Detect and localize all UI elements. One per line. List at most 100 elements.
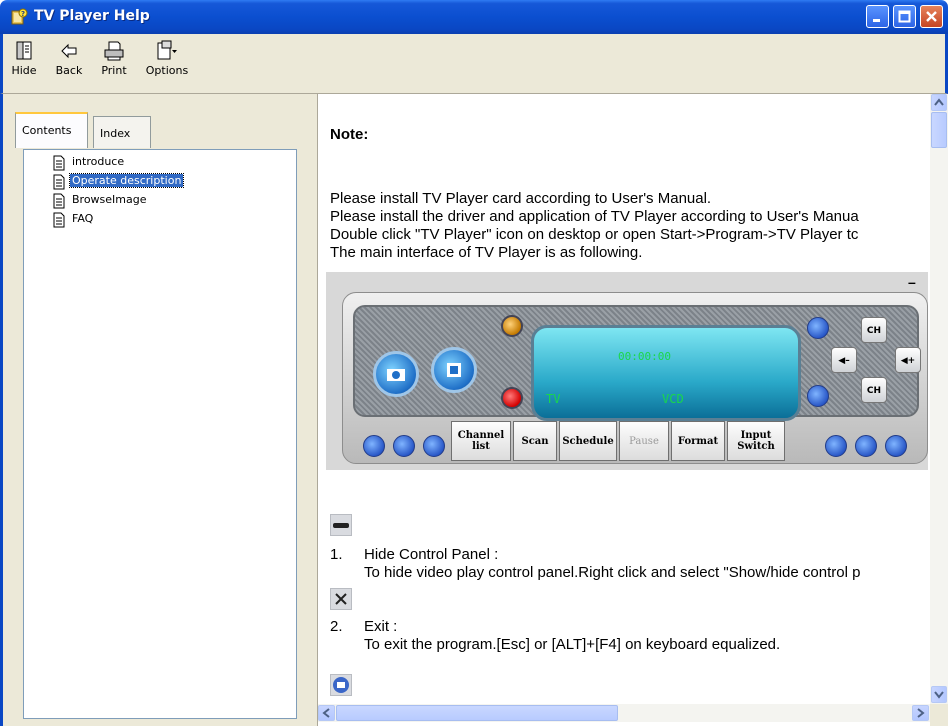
record-button — [501, 387, 523, 409]
panel-button-nav — [855, 435, 877, 457]
options-label: Options — [145, 64, 189, 77]
minus-icon — [333, 523, 349, 528]
contents-tree: introduce Operate description BrowseImag… — [23, 149, 297, 719]
minimize-button[interactable] — [866, 5, 889, 28]
player-tab-format: Format — [671, 421, 725, 461]
help-button — [423, 435, 445, 457]
scroll-thumb[interactable] — [931, 112, 947, 148]
maximize-icon — [898, 10, 911, 23]
maximize-button[interactable] — [893, 5, 916, 28]
player-tab-scan: Scan — [513, 421, 557, 461]
panel-button-2 — [393, 435, 415, 457]
toolbar: Hide Back Print Options — [0, 34, 948, 94]
content-pane: Note: Please install TV Player card acco… — [318, 94, 930, 704]
item-description: To hide video play control panel.Right c… — [364, 564, 861, 581]
player-tab-pause: Pause — [619, 421, 669, 461]
player-tabstrip: Channel list Scan Schedule Pause Format I… — [451, 421, 809, 461]
camera-icon — [387, 369, 405, 381]
item-number: 2. — [330, 618, 343, 635]
close-icon — [926, 11, 937, 22]
hide-label: Hide — [11, 64, 37, 77]
tab-index-label: Index — [100, 127, 131, 140]
back-arrow-icon — [61, 43, 77, 59]
hide-pane-icon — [16, 41, 32, 60]
item-description: To exit the program.[Esc] or [ALT]+[F4] … — [364, 636, 781, 653]
options-button[interactable]: Options — [141, 40, 193, 77]
content-line: Please install the driver and applicatio… — [330, 208, 859, 225]
tab-contents-label: Contents — [22, 124, 72, 137]
panel-button-next — [885, 435, 907, 457]
scroll-up-button[interactable] — [931, 94, 947, 111]
tree-item-label: Operate description — [68, 173, 185, 188]
channel-down-button: CH — [861, 377, 887, 403]
chevron-right-icon — [917, 708, 925, 718]
player-minimize-icon: – — [908, 274, 916, 290]
tab-index[interactable]: Index — [93, 116, 151, 148]
display-tv: TV — [546, 392, 561, 406]
printer-icon — [104, 41, 124, 61]
camera-button — [373, 351, 419, 397]
content-line: Please install TV Player card according … — [330, 190, 712, 207]
volume-up-button: ◀+ — [895, 347, 921, 373]
player-tab-input-switch: Input Switch — [727, 421, 785, 461]
chevron-left-icon — [322, 708, 330, 718]
panel-button-1 — [363, 435, 385, 457]
ch-up-label: CH — [866, 326, 882, 336]
ch-down-label: CH — [866, 386, 882, 396]
help-book-icon: ? — [11, 8, 28, 25]
channel-up-button: CH — [861, 317, 887, 343]
title-bar[interactable]: ? TV Player Help — [0, 0, 948, 34]
content-line: Double click "TV Player" icon on desktop… — [330, 226, 859, 243]
hide-panel-icon — [330, 514, 352, 536]
exit-icon-tile — [330, 588, 352, 610]
page-icon — [53, 212, 65, 228]
horizontal-scroll-thumb[interactable] — [336, 705, 618, 721]
back-button[interactable]: Back — [51, 40, 87, 77]
panel-button-play — [825, 435, 847, 457]
navigation-pane: Contents Index introduce Operate descrip… — [0, 94, 312, 726]
chevron-down-icon — [934, 691, 944, 699]
minimize-icon — [873, 19, 880, 22]
item-title: Hide Control Panel : — [364, 546, 499, 563]
display-time: 00:00:00 — [618, 350, 671, 363]
player-panel: 00:00:00 TV VCD CH ◀– ◀+ CH — [353, 305, 921, 421]
print-label: Print — [101, 64, 127, 77]
scrollbar-corner — [930, 704, 948, 726]
return-button — [807, 317, 829, 339]
vertical-scrollbar[interactable] — [930, 94, 948, 704]
display-vcd: VCD — [662, 392, 684, 406]
page-icon — [53, 174, 65, 190]
tree-item-label: BrowseImage — [72, 193, 147, 206]
film-icon — [447, 363, 461, 377]
window-mode-icon — [333, 677, 349, 693]
scroll-right-button[interactable] — [912, 705, 929, 721]
page-icon — [53, 155, 65, 171]
player-tab-schedule: Schedule — [559, 421, 617, 461]
player-interface-image: – 00:00:00 TV VCD CH ◀– ◀+ CH Channel li… — [326, 272, 928, 470]
volume-button — [807, 385, 829, 407]
tree-item-label: introduce — [72, 155, 125, 168]
player-shell: 00:00:00 TV VCD CH ◀– ◀+ CH Channel list … — [342, 292, 928, 464]
print-button[interactable]: Print — [97, 40, 131, 77]
close-button[interactable] — [920, 5, 943, 28]
horizontal-scrollbar[interactable] — [318, 704, 930, 722]
options-icon — [157, 40, 177, 60]
content-line: The main interface of TV Player is as fo… — [330, 244, 643, 261]
video-button — [431, 347, 477, 393]
scroll-down-button[interactable] — [931, 686, 947, 703]
player-display: 00:00:00 TV VCD — [531, 325, 801, 421]
tree-item-label: FAQ — [72, 212, 94, 225]
tab-contents[interactable]: Contents — [15, 112, 88, 148]
media-button — [501, 315, 523, 337]
hide-button[interactable]: Hide — [9, 40, 39, 77]
chevron-up-icon — [934, 98, 944, 106]
player-tab-channel-list: Channel list — [451, 421, 511, 461]
svg-text:?: ? — [21, 10, 25, 18]
window-mode-icon-tile — [330, 674, 352, 696]
page-icon — [53, 193, 65, 209]
window-title: TV Player Help — [34, 8, 150, 24]
note-heading: Note: — [330, 126, 369, 143]
scroll-left-button[interactable] — [318, 705, 335, 721]
back-label: Back — [55, 64, 83, 77]
close-x-icon — [335, 593, 347, 605]
